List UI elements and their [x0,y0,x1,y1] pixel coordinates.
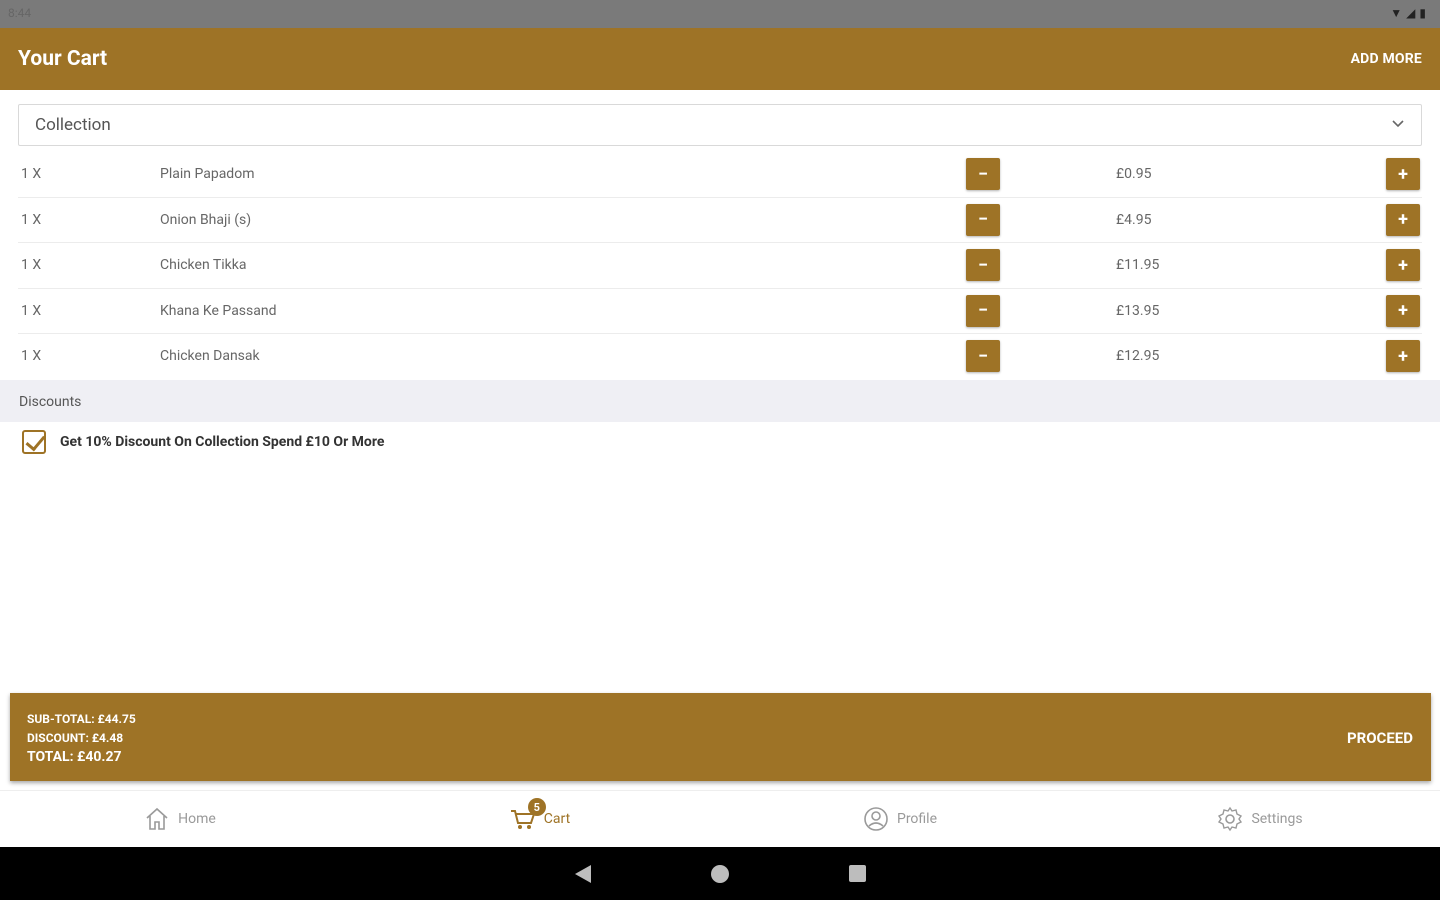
decrease-quantity-button[interactable]: − [966,249,1000,281]
nav-item-home[interactable]: Home [0,791,360,847]
wifi-icon: ▼ [1390,6,1403,20]
order-type-select[interactable]: Collection [18,104,1422,146]
cart-item-row: 1 X Chicken Dansak − £12.95 + [18,334,1422,380]
cart-item-row: 1 X Onion Bhaji (s) − £4.95 + [18,198,1422,243]
decrease-quantity-button[interactable]: − [966,294,1000,327]
settings-icon [1217,806,1243,832]
minus-icon: − [978,345,988,367]
profile-icon [863,806,889,832]
item-price: £11.95 [1116,257,1160,273]
chevron-down-icon [1391,117,1405,133]
item-quantity: 1 X [21,166,42,182]
plus-icon: + [1398,254,1408,276]
item-name: Khana Ke Passand [160,302,277,319]
discount-option[interactable]: Get 10% Discount On Collection Spend £10… [22,430,384,454]
decrease-quantity-button[interactable]: − [966,340,1000,372]
total-text: TOTAL: £40.27 [27,749,122,765]
discount-text: DISCOUNT: £4.48 [27,731,124,745]
increase-quantity-button[interactable]: + [1386,158,1420,190]
bottom-navigation: Home 5 Cart Profile Settings [0,790,1440,847]
nav-item-cart[interactable]: 5 Cart [360,791,720,847]
status-time: 8:44 [8,6,32,20]
increase-quantity-button[interactable]: + [1386,340,1420,372]
back-icon[interactable] [574,864,591,883]
plus-icon: + [1398,345,1408,367]
minus-icon: − [978,300,988,321]
cart-count-badge: 5 [527,798,546,816]
nav-item-profile[interactable]: Profile [720,791,1080,847]
decrease-quantity-button[interactable]: − [966,158,1000,190]
order-type-value: Collection [35,115,111,135]
status-bar: 8:44 ▼ ◢ ▮ [0,0,1440,28]
subtotal-text: SUB-TOTAL: £44.75 [27,712,136,726]
item-name: Chicken Tikka [160,257,247,273]
recent-apps-icon[interactable] [848,865,866,882]
nav-item-label: Profile [896,811,937,827]
system-navigation-bar [0,847,1440,900]
app-bar: Your Cart ADD MORE [0,28,1440,90]
cart-item-row: 1 X Khana Ke Passand − £13.95 + [18,289,1422,334]
add-more-button[interactable]: ADD MORE [1351,51,1422,67]
item-price: £12.95 [1116,348,1160,364]
increase-quantity-button[interactable]: + [1386,294,1420,327]
minus-icon: − [978,209,988,230]
battery-icon: ▮ [1419,6,1426,20]
discount-label: Get 10% Discount On Collection Spend £10… [60,434,385,450]
order-summary-bar: SUB-TOTAL: £44.75 DISCOUNT: £4.48 TOTAL:… [10,693,1431,781]
cart-icon: 5 [510,798,546,832]
nav-item-settings[interactable]: Settings [1080,791,1440,847]
home-icon [144,806,170,832]
plus-icon: + [1398,300,1408,321]
nav-item-label: Cart [543,811,571,827]
nav-item-label: Home [178,811,216,827]
increase-quantity-button[interactable]: + [1386,203,1420,236]
order-totals: SUB-TOTAL: £44.75 DISCOUNT: £4.48 TOTAL:… [27,710,136,767]
signal-icon: ◢ [1406,6,1416,20]
item-quantity: 1 X [21,257,42,273]
discount-checkbox[interactable] [22,430,46,454]
status-icons: ▼ ◢ ▮ [1390,6,1426,20]
cart-item-row: 1 X Chicken Tikka − £11.95 + [18,243,1422,289]
increase-quantity-button[interactable]: + [1386,249,1420,281]
discounts-section-header: Discounts [0,380,1440,422]
proceed-button[interactable]: PROCEED [1347,729,1413,747]
system-home-icon[interactable] [710,864,729,883]
item-name: Plain Papadom [160,166,255,182]
minus-icon: − [978,163,988,185]
item-quantity: 1 X [21,348,42,364]
decrease-quantity-button[interactable]: − [966,203,1000,236]
plus-icon: + [1398,163,1408,185]
item-quantity: 1 X [21,302,42,319]
item-price: £0.95 [1116,166,1152,182]
page-title: Your Cart [18,47,108,71]
item-name: Chicken Dansak [160,348,260,364]
item-name: Onion Bhaji (s) [160,211,252,228]
item-quantity: 1 X [21,211,42,228]
plus-icon: + [1398,209,1408,230]
item-price: £13.95 [1116,302,1160,319]
nav-item-label: Settings [1251,811,1303,827]
cart-item-row: 1 X Plain Papadom − £0.95 + [18,152,1422,198]
item-price: £4.95 [1116,211,1152,228]
cart-items-list: 1 X Plain Papadom − £0.95 + 1 X Onion Bh… [18,152,1422,380]
minus-icon: − [978,254,988,276]
